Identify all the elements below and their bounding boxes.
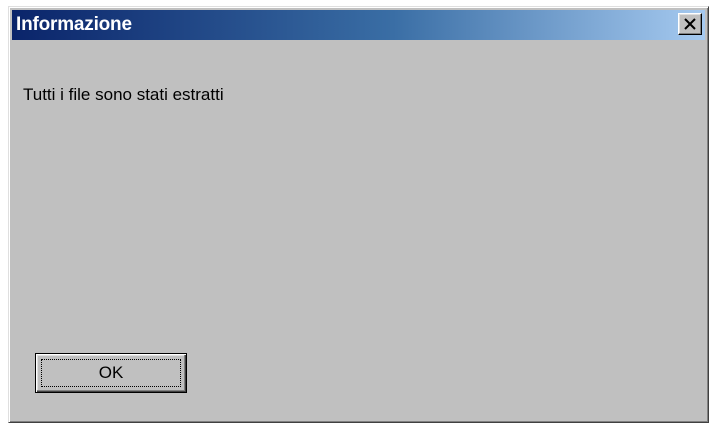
ok-button[interactable]: OK (35, 353, 187, 393)
message-dialog: Informazione Tutti i file sono stati est… (8, 6, 709, 423)
ok-button-label: OK (98, 363, 124, 382)
close-button[interactable] (678, 13, 702, 35)
window-title: Informazione (16, 14, 132, 35)
close-icon (684, 18, 696, 30)
title-bar[interactable]: Informazione (12, 10, 705, 40)
dialog-message: Tutti i file sono stati estratti (23, 85, 224, 104)
